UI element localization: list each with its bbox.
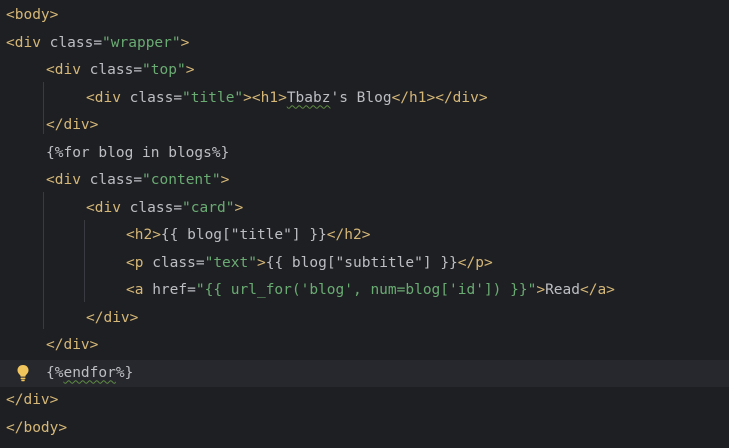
code-token: "text"	[204, 254, 257, 271]
code-line-content: </div>	[46, 112, 98, 140]
code-token: >	[536, 282, 546, 298]
code-token: class	[129, 199, 174, 216]
indent-guide	[43, 82, 44, 134]
code-token: >	[180, 34, 190, 51]
code-token: </p>	[457, 254, 493, 271]
code-token: endfor	[63, 364, 116, 381]
code-token: =	[173, 199, 183, 216]
lightbulb-icon[interactable]	[16, 364, 30, 382]
code-line-content: {%for blog in blogs%}	[46, 140, 229, 168]
code-editor[interactable]: </body> </div> {%endfor%} </div> </div> <a hr…	[0, 0, 729, 448]
code-line-content: <p class="text">{{ blog["subtitle"] }}</…	[126, 250, 493, 278]
code-token: {%	[46, 364, 64, 381]
code-token: >	[234, 199, 244, 216]
code-token: "title"	[182, 89, 244, 106]
code-line[interactable]: {%for blog in blogs%}	[0, 140, 729, 168]
code-token: =	[133, 172, 143, 188]
code-token: </div>	[46, 337, 99, 353]
code-line-content: <div class="wrapper">	[6, 30, 189, 58]
code-token: Tbabz	[286, 89, 331, 106]
code-line-content: <body>	[6, 2, 58, 30]
code-line[interactable]: {%endfor%}	[0, 359, 729, 388]
code-token: <div	[6, 34, 50, 51]
code-token: "card"	[182, 199, 235, 216]
code-token: ><h1>	[243, 89, 287, 106]
code-token: <h2>	[126, 227, 161, 243]
code-token: href	[152, 282, 188, 298]
code-line-content: </div>	[86, 305, 138, 333]
code-token: <body>	[6, 7, 59, 23]
code-token: <a	[126, 282, 153, 298]
code-line[interactable]: <a href="{{ url_for('blog', num=blog['id…	[0, 277, 729, 305]
code-line-content: <div class="top">	[46, 57, 194, 85]
code-token: </div>	[86, 309, 139, 326]
code-line[interactable]: </div>	[0, 112, 729, 140]
code-token: =	[133, 62, 143, 78]
code-token: "{{ url_for('blog', num=blog['id']) }}"	[195, 282, 537, 298]
code-token: <div	[46, 172, 90, 188]
code-line[interactable]: </div>	[0, 332, 729, 360]
code-token: </a>	[579, 282, 615, 298]
code-line-content: <div class="content">	[46, 167, 229, 195]
code-token: class	[129, 89, 174, 106]
code-token: class	[49, 34, 94, 51]
code-token: </div>	[6, 392, 59, 408]
code-token: >	[256, 254, 266, 271]
code-token: class	[89, 62, 134, 78]
code-line-content: {%endfor%}	[46, 360, 133, 388]
code-token: </body>	[6, 419, 68, 436]
code-token: =	[195, 254, 205, 271]
code-line[interactable]: <h2>{{ blog["title"] }}</h2>	[0, 222, 729, 250]
code-token: =	[187, 282, 196, 298]
code-token: "wrapper"	[102, 34, 181, 51]
code-token: <div	[86, 89, 130, 106]
code-line[interactable]: <div class="top">	[0, 57, 729, 85]
code-token: class	[89, 172, 134, 188]
code-token: 's Blog	[330, 89, 392, 106]
code-line-content: <a href="{{ url_for('blog', num=blog['id…	[126, 277, 615, 305]
code-token: <div	[46, 62, 90, 78]
code-token: <div	[86, 199, 130, 216]
code-token: </h1></div>	[391, 89, 488, 106]
code-line-content: </div>	[46, 332, 98, 360]
code-token: >	[220, 172, 230, 188]
code-line[interactable]: <div class="content">	[0, 167, 729, 195]
code-line-content: <div class="title"><h1>Tbabz's Blog</h1>…	[86, 85, 488, 113]
indent-guide	[84, 220, 85, 302]
code-token: Read	[545, 282, 580, 298]
code-token: {{ blog["title"] }}	[160, 227, 327, 243]
code-line[interactable]: <body>	[0, 2, 729, 30]
code-line[interactable]: </div>	[0, 387, 729, 415]
code-token: </h2>	[326, 227, 371, 243]
code-token: </div>	[46, 117, 99, 133]
code-line[interactable]: </body>	[0, 415, 729, 443]
code-line-content: </div>	[6, 387, 58, 415]
code-line[interactable]: </div>	[0, 305, 729, 333]
code-line-content: <h2>{{ blog["title"] }}</h2>	[126, 222, 370, 250]
code-token: >	[185, 62, 195, 78]
code-line-content: <div class="card">	[86, 195, 243, 223]
indent-guide	[43, 192, 44, 329]
code-token: =	[93, 34, 103, 51]
code-line-content: </body>	[6, 415, 67, 443]
code-token: =	[173, 89, 183, 106]
code-line[interactable]: <div class="title"><h1>Tbabz's Blog</h1>…	[0, 85, 729, 113]
code-line[interactable]: <div class="card">	[0, 195, 729, 223]
code-token: {%for blog in blogs%}	[46, 144, 230, 161]
code-line[interactable]: <p class="text">{{ blog["subtitle"] }}</…	[0, 250, 729, 278]
code-line[interactable]: <div class="wrapper">	[0, 30, 729, 58]
code-token: "top"	[142, 62, 186, 78]
code-token: <p	[126, 254, 153, 271]
code-token: {{ blog["subtitle"] }}	[265, 254, 458, 271]
code-token: class	[152, 254, 196, 271]
code-token: %}	[115, 364, 134, 381]
code-token: "content"	[142, 172, 221, 188]
